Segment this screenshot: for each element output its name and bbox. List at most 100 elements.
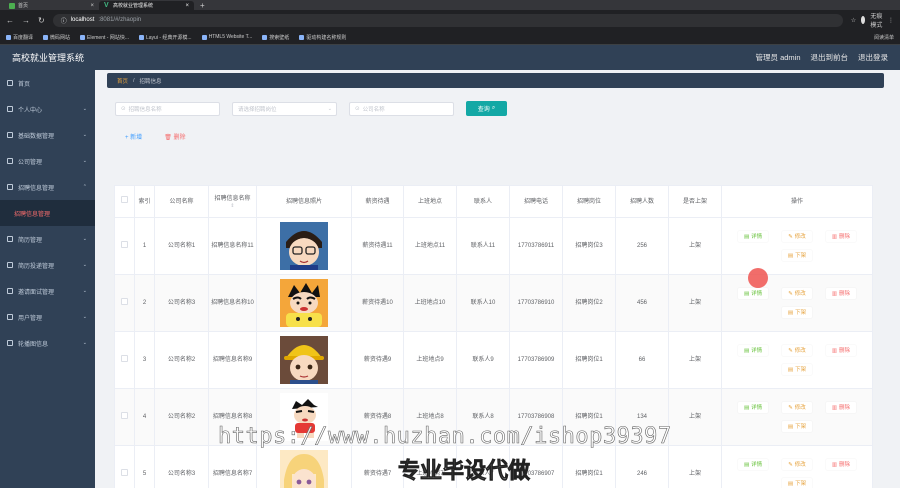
row-select-cell[interactable]	[114, 388, 135, 446]
input-placeholder: 招聘信息名称	[128, 106, 162, 113]
star-icon[interactable]: ☆	[851, 17, 856, 24]
sidebar-item-resume[interactable]: 简历管理 ⌄	[0, 226, 95, 252]
add-button[interactable]: + 新增	[125, 132, 142, 141]
sidebar-item-carousel[interactable]: 轮播图信息 ⌄	[0, 330, 95, 356]
bookmark-item[interactable]: HTML5 Website T...	[201, 34, 252, 40]
breadcrumb-home[interactable]: 首页	[117, 77, 128, 85]
row-select-cell[interactable]	[114, 331, 135, 389]
row-checkbox[interactable]	[121, 297, 128, 305]
edit-button[interactable]: ✎ 修改	[782, 231, 812, 242]
detail-button[interactable]: ▤ 详情	[737, 345, 769, 356]
profile-label[interactable]: 无痕模式	[870, 11, 883, 29]
delete-button[interactable]: ▥ 删除	[825, 288, 857, 299]
sidebar-item-interview[interactable]: 邀请面试管理 ⌄	[0, 278, 95, 304]
delete-button[interactable]: ▥ 删除	[825, 402, 857, 413]
column-header: 索引	[134, 185, 155, 218]
name-cell: 招聘信息名称11	[208, 217, 257, 275]
row-select-cell[interactable]	[114, 445, 135, 488]
take-down-button[interactable]: ▤ 下架	[781, 478, 813, 488]
row-checkbox[interactable]	[121, 240, 128, 248]
name-search-input[interactable]: ⊙ 招聘信息名称	[115, 101, 220, 116]
row-checkbox[interactable]	[121, 354, 128, 362]
bookmark-item[interactable]: 百度翻译	[6, 34, 33, 41]
ops-cell: ▤ 详情 ✎ 修改 ▥ 删除 ▤ 下架	[721, 388, 873, 446]
sidebar-item-company[interactable]: 公司管理 ⌄	[0, 148, 95, 174]
forward-arrow-icon[interactable]: →	[22, 16, 30, 25]
reload-icon[interactable]: ↻	[38, 16, 45, 25]
row-checkbox[interactable]	[121, 411, 128, 419]
index-cell: 5	[134, 445, 155, 488]
edit-button[interactable]: ✎ 修改	[782, 402, 812, 413]
bookmark-item[interactable]: 驱动构建名称规则	[299, 34, 346, 41]
edit-button[interactable]: ✎ 修改	[782, 459, 812, 470]
company-search-input[interactable]: ⊙ 公司名称	[349, 101, 454, 116]
row-select-cell[interactable]	[114, 274, 135, 332]
column-header: 招聘电话	[509, 185, 563, 218]
breadcrumb-separator: /	[133, 77, 135, 84]
bookmark-item[interactable]: 搜索壁纸	[262, 34, 289, 41]
sidebar-item-profile[interactable]: 个人中心 ⌄	[0, 96, 95, 122]
trash-icon: ▥	[831, 461, 838, 468]
close-tab-icon[interactable]: ×	[185, 3, 189, 9]
sidebar-item-home[interactable]: 首页	[0, 70, 95, 96]
to-front-link[interactable]: 退出到前台	[811, 52, 849, 63]
menu-dots-icon[interactable]: ⋮	[888, 17, 894, 24]
sidebar-item-basic-data[interactable]: 基础数据管理 ⌄	[0, 122, 95, 148]
sidebar-item-resume-delivery[interactable]: 简历投递管理 ⌄	[0, 252, 95, 278]
back-arrow-icon[interactable]: ←	[6, 16, 14, 25]
company-icon	[7, 158, 13, 164]
detail-button[interactable]: ▤ 详情	[737, 402, 769, 413]
column-header-sortable[interactable]: 招聘信息名称 ⇕	[208, 185, 257, 218]
detail-button[interactable]: ▤ 详情	[737, 288, 769, 299]
take-down-button[interactable]: ▤ 下架	[781, 250, 813, 261]
url-bar[interactable]: ⓘ localhost:8081/#/zhaopin	[52, 13, 843, 27]
input-placeholder: 公司名称	[362, 106, 385, 113]
sidebar-item-recruitment[interactable]: 招聘信息管理 ⌃	[0, 174, 95, 200]
row-select-cell[interactable]	[114, 217, 135, 275]
sidebar-subitem-recruitment[interactable]: 招聘信息管理	[0, 200, 95, 226]
delete-button[interactable]: ▥ 删除	[825, 459, 857, 470]
select-all-checkbox[interactable]	[121, 196, 128, 203]
take-down-button[interactable]: ▤ 下架	[781, 364, 813, 375]
edit-button[interactable]: ✎ 修改	[782, 345, 812, 356]
detail-button[interactable]: ▤ 详情	[737, 231, 769, 242]
detail-label: 详情	[751, 347, 763, 354]
edit-button[interactable]: ✎ 修改	[782, 288, 812, 299]
detail-button[interactable]: ▤ 详情	[737, 459, 769, 470]
select-all-cell[interactable]	[114, 185, 135, 218]
take-down-button[interactable]: ▤ 下架	[781, 307, 813, 318]
phone-cell: 17703786910	[509, 274, 563, 332]
company-cell: 公司名称2	[154, 331, 209, 389]
company-cell: 公司名称3	[154, 274, 209, 332]
logout-link[interactable]: 退出登录	[858, 52, 888, 63]
row-checkbox[interactable]	[121, 468, 128, 476]
delete-button[interactable]: ▥ 删除	[825, 231, 857, 242]
new-tab-button[interactable]: +	[194, 1, 211, 10]
take-down-button[interactable]: ▤ 下架	[781, 421, 813, 432]
post-cell: 招聘岗位3	[562, 217, 616, 275]
sidebar-item-users[interactable]: 用户管理 ⌄	[0, 304, 95, 330]
bookmark-item[interactable]: Layui - 经典开源模...	[139, 34, 192, 41]
close-tab-icon[interactable]: ×	[90, 3, 94, 9]
company-cell: 公司名称2	[154, 388, 209, 446]
search-button[interactable]: 查询 ⌕	[466, 101, 507, 116]
bookmark-item[interactable]: 微码网站	[43, 34, 70, 41]
place-cell: 上班地点10	[403, 274, 457, 332]
tab-bar: 首页 × V 高校就业管理系统 × +	[0, 0, 900, 10]
status-cell: 上架	[668, 331, 722, 389]
edit-label: 修改	[794, 461, 806, 468]
avatar[interactable]	[861, 16, 866, 24]
contact-cell: 联系人10	[456, 274, 510, 332]
sort-icon[interactable]: ⇕	[211, 204, 254, 209]
bookmark-icon	[262, 34, 268, 40]
browser-tab-home[interactable]: 首页 ×	[4, 1, 99, 10]
contact-cell: 联系人11	[456, 217, 510, 275]
delete-button[interactable]: ▥ 删除	[825, 345, 857, 356]
bookmark-item[interactable]: Element - 网站快...	[80, 34, 129, 41]
batch-delete-button[interactable]: 🗑 删除	[164, 132, 185, 141]
trash-icon: ▥	[831, 290, 838, 297]
app-header: 高校就业管理系统 管理员 admin 退出到前台 退出登录	[0, 45, 900, 70]
post-select[interactable]: 请选择招聘岗位 ⌄	[232, 101, 337, 116]
reading-list[interactable]: 阅读清单	[874, 34, 894, 41]
browser-tab-app[interactable]: V 高校就业管理系统 ×	[99, 1, 194, 10]
